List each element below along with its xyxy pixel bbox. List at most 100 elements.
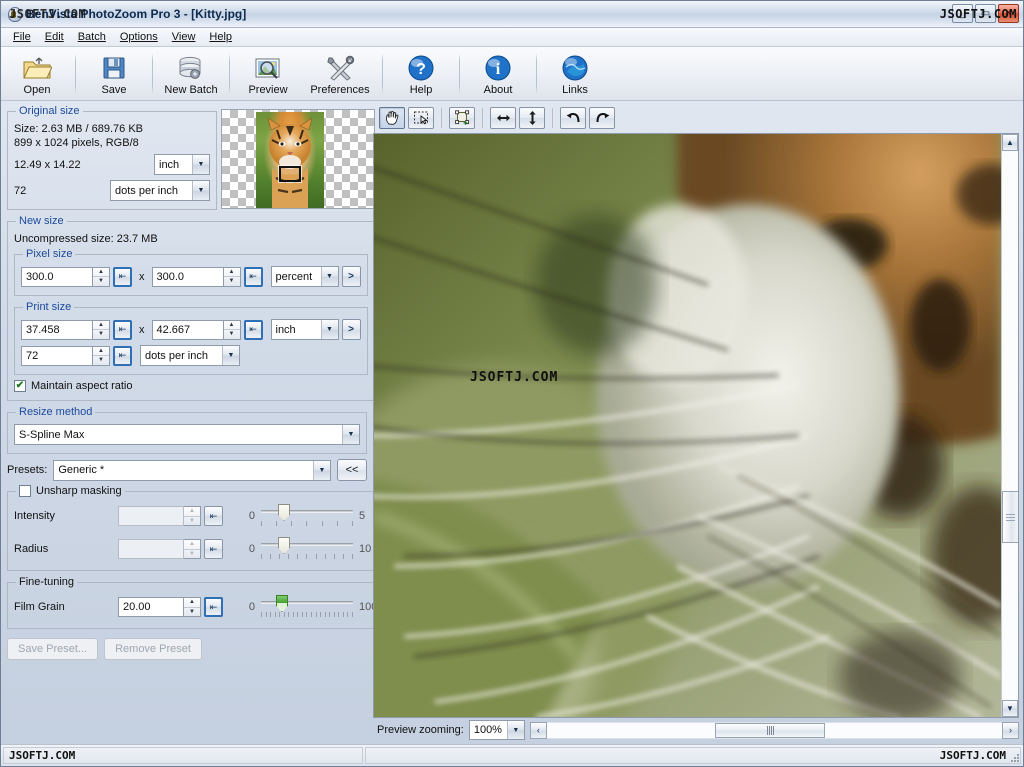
stepper-up-icon[interactable]: ▲: [184, 507, 200, 517]
pixel-height-stepper[interactable]: ▲ ▼: [224, 267, 241, 287]
print-size-apply-button[interactable]: >: [342, 319, 361, 340]
presets-select[interactable]: Generic * ▼: [53, 460, 331, 481]
preview-zoom-select[interactable]: 100% ▼: [469, 720, 525, 740]
preview-image[interactable]: JSOFTJ.COM: [374, 134, 1001, 717]
rotate-left-button[interactable]: [560, 107, 586, 129]
stepper-up-icon[interactable]: ▲: [93, 321, 109, 331]
pixel-height-reset-button[interactable]: ⇤: [244, 267, 263, 287]
scroll-right-button[interactable]: ›: [1002, 722, 1019, 739]
intensity-reset-button[interactable]: ⇤: [204, 506, 223, 526]
maintain-aspect-ratio-checkbox[interactable]: ✔: [14, 380, 26, 392]
stepper-up-icon[interactable]: ▲: [224, 268, 240, 278]
stepper-up-icon[interactable]: ▲: [184, 598, 200, 608]
print-width-input[interactable]: 37.458: [21, 320, 93, 340]
stepper-down-icon[interactable]: ▼: [93, 356, 109, 365]
radius-reset-button[interactable]: ⇤: [204, 539, 223, 559]
stepper-up-icon[interactable]: ▲: [93, 268, 109, 278]
about-button[interactable]: i About: [464, 47, 532, 100]
preview-vertical-scrollbar[interactable]: ▲ ▼: [1001, 134, 1018, 717]
stepper-down-icon[interactable]: ▼: [184, 517, 200, 526]
intensity-slider[interactable]: [261, 503, 353, 529]
close-button[interactable]: ✕: [998, 4, 1019, 23]
marquee-select-button[interactable]: [408, 107, 434, 129]
resize-grip-icon[interactable]: [1008, 751, 1019, 762]
preferences-button[interactable]: Preferences: [302, 47, 378, 100]
pixel-size-apply-button[interactable]: >: [342, 266, 361, 287]
film-grain-slider-thumb[interactable]: [276, 595, 288, 612]
print-height-input[interactable]: 42.667: [152, 320, 224, 340]
print-width-reset-button[interactable]: ⇤: [113, 320, 132, 340]
horizontal-scroll-trough[interactable]: [547, 722, 1002, 739]
original-unit-select[interactable]: inch ▼: [154, 154, 210, 175]
film-grain-slider[interactable]: [261, 594, 353, 620]
print-height-reset-button[interactable]: ⇤: [244, 320, 263, 340]
vertical-scroll-trough[interactable]: [1002, 151, 1018, 700]
horizontal-scroll-thumb[interactable]: [715, 723, 825, 738]
radius-stepper[interactable]: ▲ ▼: [184, 539, 201, 559]
hand-tool-button[interactable]: [379, 107, 405, 129]
film-grain-reset-button[interactable]: ⇤: [204, 597, 223, 617]
menu-item-options[interactable]: Options: [113, 29, 165, 45]
scroll-down-button[interactable]: ▼: [1002, 700, 1018, 717]
intensity-input[interactable]: [118, 506, 184, 526]
print-resolution-reset-button[interactable]: ⇤: [113, 346, 132, 366]
flip-vertical-button[interactable]: [519, 107, 545, 129]
preview-button[interactable]: Preview: [234, 47, 302, 100]
thumbnail-navigator[interactable]: [221, 109, 375, 209]
resize-method-select[interactable]: S-Spline Max ▼: [14, 424, 360, 445]
print-resolution-unit-select[interactable]: dots per inch ▼: [140, 345, 240, 366]
preview-horizontal-scrollbar[interactable]: ‹ ›: [530, 722, 1019, 739]
film-grain-input[interactable]: 20.00: [118, 597, 184, 617]
print-width-stepper[interactable]: ▲ ▼: [93, 320, 110, 340]
stepper-down-icon[interactable]: ▼: [93, 277, 109, 286]
crop-tool-button[interactable]: [449, 107, 475, 129]
menu-item-help[interactable]: Help: [202, 29, 239, 45]
vertical-scroll-thumb[interactable]: [1002, 491, 1019, 543]
intensity-stepper[interactable]: ▲ ▼: [184, 506, 201, 526]
menu-item-batch[interactable]: Batch: [71, 29, 113, 45]
stepper-up-icon[interactable]: ▲: [224, 321, 240, 331]
links-button[interactable]: Links: [541, 47, 609, 100]
flip-horizontal-button[interactable]: [490, 107, 516, 129]
film-grain-stepper[interactable]: ▲ ▼: [184, 597, 201, 617]
save-button[interactable]: Save: [80, 47, 148, 100]
stepper-down-icon[interactable]: ▼: [184, 550, 200, 559]
stepper-down-icon[interactable]: ▼: [184, 608, 200, 617]
radius-slider[interactable]: [261, 536, 353, 562]
remove-preset-button[interactable]: Remove Preset: [104, 638, 202, 660]
stepper-up-icon[interactable]: ▲: [93, 347, 109, 357]
collapse-presets-button[interactable]: <<: [337, 459, 367, 481]
minimize-button[interactable]: _: [952, 4, 973, 23]
pixel-size-unit-select[interactable]: percent ▼: [271, 266, 339, 287]
stepper-up-icon[interactable]: ▲: [184, 540, 200, 550]
stepper-down-icon[interactable]: ▼: [224, 277, 240, 286]
menu-item-edit[interactable]: Edit: [38, 29, 71, 45]
pixel-width-input[interactable]: 300.0: [21, 267, 93, 287]
pixel-height-input[interactable]: 300.0: [152, 267, 224, 287]
print-resolution-stepper[interactable]: ▲ ▼: [93, 346, 110, 366]
maximize-button[interactable]: ▭: [975, 4, 996, 23]
help-button[interactable]: ? Help: [387, 47, 455, 100]
intensity-slider-thumb[interactable]: [278, 504, 290, 521]
scroll-left-button[interactable]: ‹: [530, 722, 547, 739]
print-height-stepper[interactable]: ▲ ▼: [224, 320, 241, 340]
thumbnail-selection-rect[interactable]: [279, 166, 301, 182]
menu-item-file[interactable]: File: [6, 29, 38, 45]
preview-viewport[interactable]: JSOFTJ.COM ▲ ▼: [373, 133, 1019, 718]
print-size-unit-select[interactable]: inch ▼: [271, 319, 339, 340]
stepper-down-icon[interactable]: ▼: [93, 330, 109, 339]
original-resolution-unit-select[interactable]: dots per inch ▼: [110, 180, 210, 201]
print-resolution-input[interactable]: 72: [21, 346, 93, 366]
pixel-width-stepper[interactable]: ▲ ▼: [93, 267, 110, 287]
radius-slider-thumb[interactable]: [278, 537, 290, 554]
radius-input[interactable]: [118, 539, 184, 559]
stepper-down-icon[interactable]: ▼: [224, 330, 240, 339]
save-preset-button[interactable]: Save Preset...: [7, 638, 98, 660]
menu-item-view[interactable]: View: [165, 29, 203, 45]
unsharp-masking-checkbox[interactable]: [19, 485, 31, 497]
new-batch-button[interactable]: New Batch: [157, 47, 225, 100]
rotate-right-button[interactable]: [589, 107, 615, 129]
open-button[interactable]: Open: [3, 47, 71, 100]
pixel-width-reset-button[interactable]: ⇤: [113, 267, 132, 287]
scroll-up-button[interactable]: ▲: [1002, 134, 1018, 151]
